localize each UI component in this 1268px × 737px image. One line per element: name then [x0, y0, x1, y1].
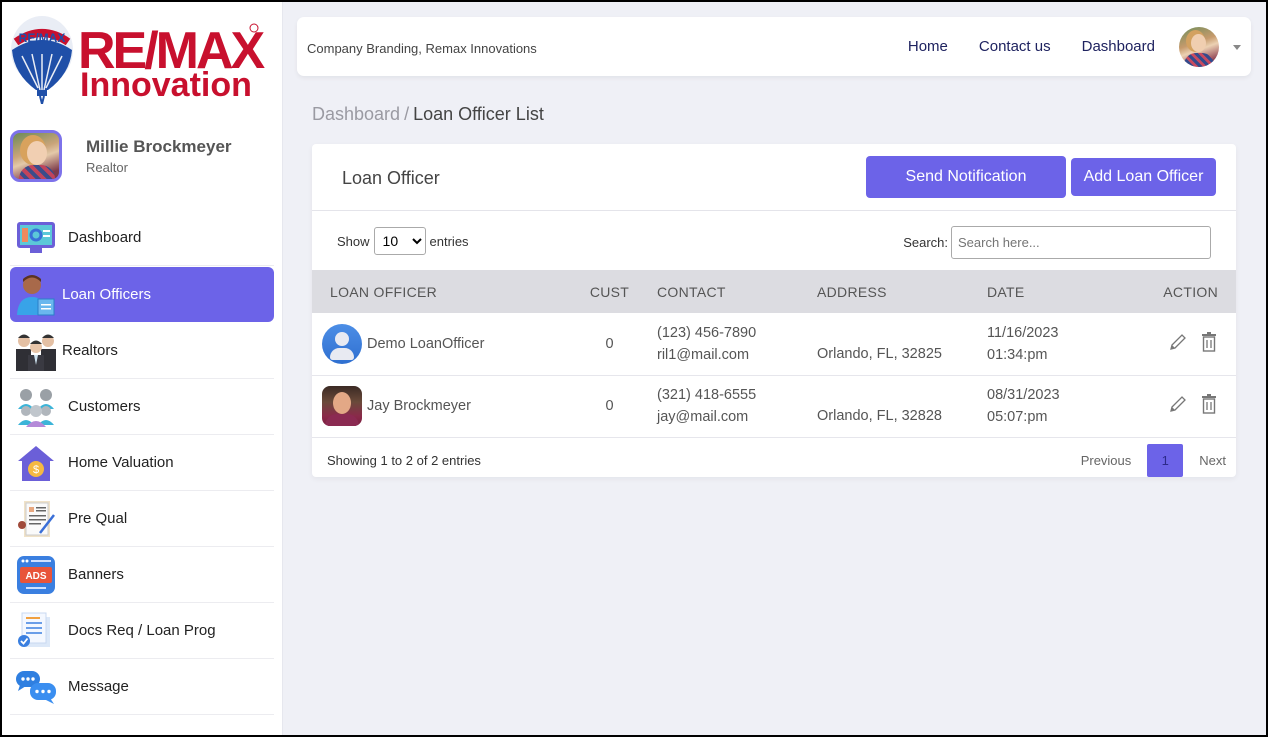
edit-pencil-icon[interactable]	[1168, 394, 1188, 414]
cust-count: 0	[605, 335, 614, 352]
pagination-next[interactable]: Next	[1183, 453, 1236, 468]
user-profile: Millie Brockmeyer Realtor	[10, 130, 232, 182]
date: 11/16/2023	[987, 324, 1059, 341]
show-label: Show	[337, 233, 370, 249]
remax-balloon-logo-icon: RE/MAX RE/MAX Innovation	[11, 16, 269, 105]
nav-link-home[interactable]: Home	[908, 38, 948, 55]
app-frame: RE/MAX RE/MAX Innovation Millie Brockmey…	[2, 2, 1266, 735]
address: Orlando, FL, 32825	[817, 345, 942, 362]
contact-phone: (123) 456-7890	[657, 324, 757, 341]
search-label: Search:	[903, 235, 948, 250]
officer-photo-avatar	[322, 386, 362, 426]
svg-text:RE/MAX: RE/MAX	[19, 31, 66, 45]
table-row: Jay Brockmeyer 0 (321) 418-6555 jay@mail…	[312, 375, 1236, 437]
sidebar-nav: Dashboard Loan Officers Realtors Custome…	[10, 210, 274, 715]
profile-role: Realtor	[86, 160, 128, 175]
page-size-select[interactable]: 10	[373, 227, 426, 255]
sidebar-item-label: Customers	[68, 398, 141, 415]
search-input[interactable]	[951, 226, 1211, 259]
customers-group-icon	[14, 387, 58, 427]
ads-banner-icon: ADS	[14, 555, 58, 595]
chat-bubbles-icon	[14, 667, 58, 707]
svg-text:ADS: ADS	[25, 571, 46, 582]
house-dollar-icon: $	[14, 443, 58, 483]
date: 08/31/2023	[987, 387, 1060, 403]
entries-label: entries	[429, 233, 469, 249]
contact-phone: (321) 418-6555	[657, 387, 757, 403]
send-notification-button[interactable]: Send Notification	[866, 156, 1066, 198]
pagination-page-1[interactable]: 1	[1147, 443, 1184, 477]
sidebar-item-customers[interactable]: Customers	[10, 379, 274, 435]
sidebar-item-label: Dashboard	[68, 229, 142, 246]
sidebar-item-realtors[interactable]: Realtors	[10, 323, 274, 379]
sidebar-item-message[interactable]: Message	[10, 659, 274, 715]
user-menu-chevron-down-icon[interactable]	[1233, 45, 1241, 50]
default-user-avatar-icon	[322, 323, 362, 364]
contact-email: jay@mail.com	[657, 409, 749, 425]
column-header-date[interactable]: DATE	[987, 270, 1137, 313]
edit-pencil-icon[interactable]	[1168, 332, 1188, 352]
document-sign-icon	[14, 499, 58, 539]
brand-bottom-text: Innovation	[80, 66, 252, 104]
showing-entries-text: Showing 1 to 2 of 2 entries	[327, 452, 481, 468]
table-row: Demo LoanOfficer 0 (123) 456-7890 ril1@m…	[312, 313, 1236, 375]
breadcrumb-current: Loan Officer List	[413, 104, 544, 124]
sidebar-item-label: Loan Officers	[62, 286, 151, 303]
column-header-action: ACTION	[1163, 283, 1218, 300]
pagination: Previous 1 Next	[1065, 443, 1236, 477]
search-control: Search:	[903, 226, 1211, 259]
sidebar-item-label: Home Valuation	[68, 454, 174, 471]
officer-name: Jay Brockmeyer	[367, 398, 471, 414]
officer-name: Demo LoanOfficer	[367, 335, 485, 352]
company-branding-text: Company Branding, Remax Innovations	[307, 41, 537, 56]
nav-link-contact-us[interactable]: Contact us	[979, 38, 1051, 55]
sidebar-item-docs-req[interactable]: Docs Req / Loan Prog	[10, 603, 274, 659]
monitor-dashboard-icon	[14, 218, 58, 258]
cust-count: 0	[605, 398, 614, 414]
address: Orlando, FL, 32828	[817, 408, 942, 424]
svg-text:$: $	[33, 464, 39, 476]
nav-link-dashboard[interactable]: Dashboard	[1082, 38, 1155, 55]
column-header-cust[interactable]: CUST	[562, 270, 657, 313]
top-navbar: Company Branding, Remax Innovations Home…	[297, 17, 1251, 76]
sidebar-item-label: Pre Qual	[68, 510, 128, 527]
column-header-contact[interactable]: CONTACT	[657, 270, 817, 313]
breadcrumb-separator: /	[404, 104, 410, 124]
loan-officer-card: Loan Officer Send Notification Add Loan …	[312, 144, 1236, 477]
sidebar-item-label: Realtors	[62, 342, 118, 359]
contact-email: ril1@mail.com	[657, 346, 750, 363]
time: 01:34:pm	[987, 346, 1048, 363]
column-header-loan-officer[interactable]: LOAN OFFICER	[312, 270, 562, 313]
sidebar-item-loan-officers[interactable]: Loan Officers	[10, 267, 274, 322]
add-loan-officer-button[interactable]: Add Loan Officer	[1071, 158, 1216, 196]
page-size-control: Show 10 entries	[337, 227, 469, 255]
sidebar-item-dashboard[interactable]: Dashboard	[10, 210, 274, 266]
main-content: Company Branding, Remax Innovations Home…	[283, 2, 1266, 735]
card-title: Loan Officer	[342, 168, 440, 188]
top-nav-links: Home Contact us Dashboard	[908, 38, 1155, 55]
profile-avatar[interactable]	[10, 130, 62, 182]
sidebar-item-banners[interactable]: ADS Banners	[10, 547, 274, 603]
pagination-previous[interactable]: Previous	[1065, 453, 1148, 468]
sidebar-item-label: Banners	[68, 566, 124, 583]
column-header-address[interactable]: ADDRESS	[817, 270, 987, 313]
delete-trash-icon[interactable]	[1200, 394, 1218, 414]
user-avatar[interactable]	[1179, 27, 1219, 67]
documents-check-icon	[14, 611, 58, 651]
breadcrumb-dashboard[interactable]: Dashboard	[312, 104, 400, 124]
sidebar-item-label: Docs Req / Loan Prog	[68, 622, 216, 639]
sidebar-item-home-valuation[interactable]: $ Home Valuation	[10, 435, 274, 491]
realtors-group-icon	[14, 331, 58, 371]
remax-logo[interactable]: RE/MAX RE/MAX Innovation	[10, 12, 270, 105]
loan-officer-icon	[14, 274, 58, 315]
loan-officer-table: LOAN OFFICER CUST CONTACT ADDRESS DATE A…	[312, 270, 1236, 438]
sidebar-item-label: Message	[68, 678, 129, 695]
breadcrumb: Dashboard / Loan Officer List	[312, 104, 544, 125]
time: 05:07:pm	[987, 409, 1048, 425]
sidebar-item-pre-qual[interactable]: Pre Qual	[10, 491, 274, 547]
delete-trash-icon[interactable]	[1200, 331, 1218, 352]
sidebar: RE/MAX RE/MAX Innovation Millie Brockmey…	[2, 2, 283, 735]
table-header-row: LOAN OFFICER CUST CONTACT ADDRESS DATE A…	[312, 270, 1236, 313]
profile-name: Millie Brockmeyer	[86, 137, 232, 156]
